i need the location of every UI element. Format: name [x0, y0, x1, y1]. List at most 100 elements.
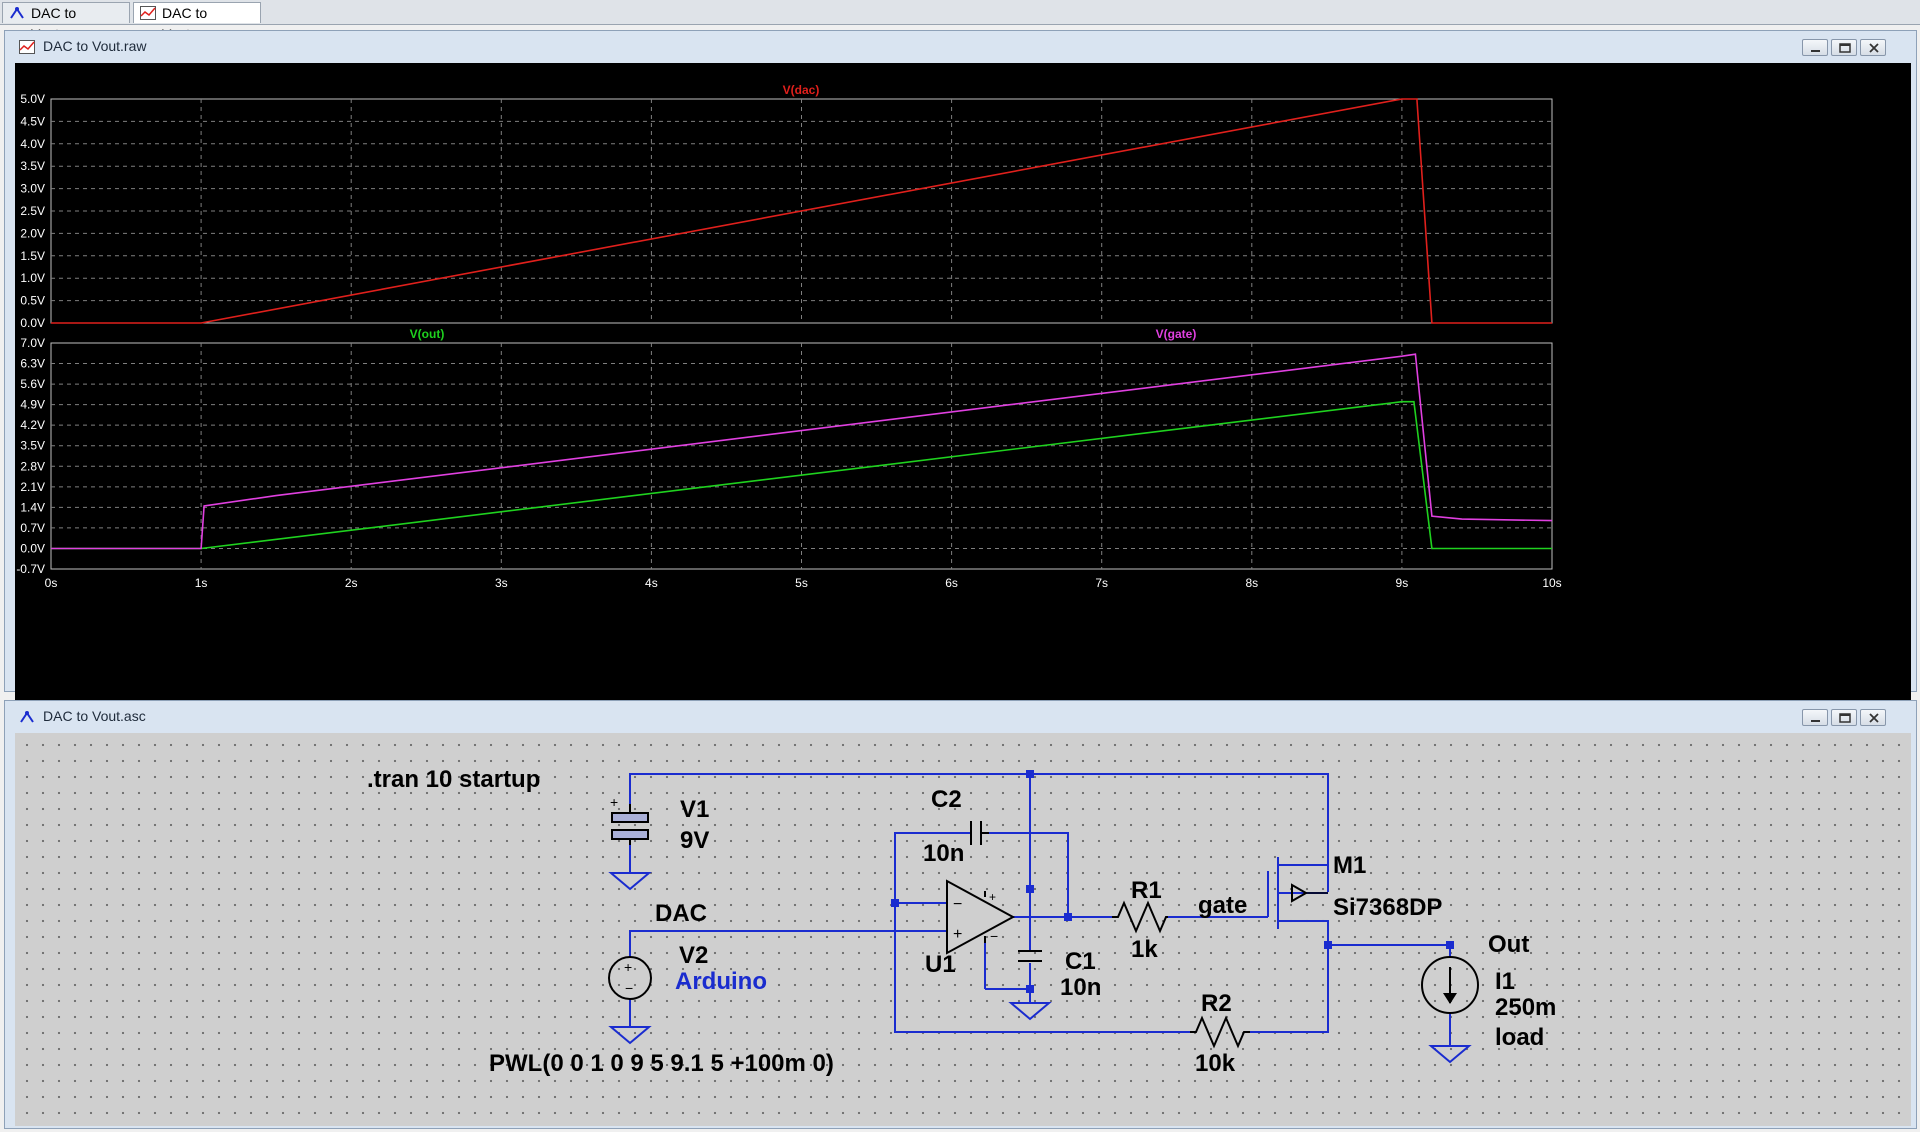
pane-1[interactable]: 0.0V 0.5V 1.0V 1.5V 2.0V 2.5V 3.0V 3.5V 4.0V 4.5V…: [20, 83, 1553, 330]
restore-icon: [1839, 713, 1851, 723]
restore-button[interactable]: [1831, 39, 1857, 56]
i1-current-source[interactable]: [1421, 956, 1479, 1014]
schematic-window-title: DAC to Vout.asc: [43, 708, 146, 724]
minimize-icon: [1811, 50, 1820, 52]
x-tick-label: 4s: [645, 576, 658, 590]
y-tick-label: 7.0V: [20, 336, 45, 350]
x-tick-label: 9s: [1396, 576, 1409, 590]
y-tick-label: 0.7V: [20, 521, 45, 535]
junction: [1026, 770, 1034, 778]
x-tick-label: 7s: [1095, 576, 1108, 590]
x-tick-label: 1s: [195, 576, 208, 590]
restore-icon: [1839, 43, 1851, 53]
x-tick-label: 0s: [45, 576, 58, 590]
close-button[interactable]: [1860, 39, 1886, 56]
schematic-window-titlebar[interactable]: DAC to Vout.asc: [5, 701, 1916, 733]
close-icon: [1869, 43, 1879, 53]
ground-icon: [608, 872, 652, 891]
wire-drain[interactable]: [1278, 864, 1329, 892]
wire-r2-right[interactable]: [1250, 945, 1329, 1033]
minimize-button[interactable]: [1802, 709, 1828, 726]
waveform-window-titlebar[interactable]: DAC to Vout.raw: [5, 31, 1916, 63]
r1-name: R1: [1131, 877, 1162, 904]
svg-text:+: +: [953, 926, 962, 943]
plot-area[interactable]: 0.0V 0.5V 1.0V 1.5V 2.0V 2.5V 3.0V 3.5V 4.0V 4.5V…: [15, 63, 1911, 720]
x-tick-label: 6s: [945, 576, 958, 590]
x-tick-label: 3s: [495, 576, 508, 590]
pwl-spec: PWL(0 0 1 0 9 5 9.1 5 +100m 0): [489, 1050, 834, 1077]
junction: [1446, 941, 1454, 949]
i1-value: 250m: [1495, 994, 1556, 1021]
trace-legend-label[interactable]: V(gate): [1156, 327, 1197, 341]
y-tick-label: 4.5V: [20, 114, 45, 128]
y-tick-label: 3.0V: [20, 182, 45, 196]
r2-value: 10k: [1195, 1050, 1236, 1077]
wire-top-rail[interactable]: [629, 773, 1329, 892]
y-tick-label: -0.7V: [16, 562, 45, 576]
ground-icon: [1008, 1002, 1052, 1021]
junction: [1026, 985, 1034, 993]
junction: [1026, 885, 1034, 893]
trace-legend-label[interactable]: V(dac): [783, 83, 820, 97]
trace-legend-label[interactable]: V(out): [410, 327, 445, 341]
schematic-icon: [20, 711, 34, 723]
tab-schematic[interactable]: DAC to Vout.asc: [2, 2, 130, 42]
c2-capacitor[interactable]: [970, 821, 989, 845]
svg-text:−: −: [625, 980, 633, 996]
schematic-canvas[interactable]: + + − − + + − .tran 10 startup V1 9V C2 …: [15, 733, 1911, 1126]
plus-sign: +: [610, 794, 618, 810]
r2-resistor[interactable]: [1190, 1015, 1250, 1049]
y-tick-label: 5.6V: [20, 377, 45, 391]
close-icon: [1869, 713, 1879, 723]
x-tick-label: 2s: [345, 576, 358, 590]
c1-capacitor[interactable]: [1018, 950, 1042, 962]
m1-value: Si7368DP: [1333, 894, 1442, 921]
pane-2[interactable]: -0.7V 0.0V 0.7V 1.4V 2.1V 2.8V 3.5V 4.2V 4.9V 5.6…: [16, 327, 1561, 590]
v1-name: V1: [680, 796, 709, 823]
y-tick-label: 3.5V: [20, 439, 45, 453]
v1-value: 9V: [680, 827, 709, 854]
y-tick-label: 0.5V: [20, 294, 45, 308]
svg-text:−: −: [990, 928, 998, 944]
schematic-drawing[interactable]: + + − − + + − .tran 10 startup V1 9V C2 …: [15, 733, 1911, 1126]
waveform-plots[interactable]: 0.0V 0.5V 1.0V 1.5V 2.0V 2.5V 3.0V 3.5V 4.0V 4.5V…: [15, 63, 1911, 720]
y-tick-label: 2.8V: [20, 459, 45, 473]
y-tick-label: 1.0V: [20, 271, 45, 285]
c2-value: 10n: [923, 840, 964, 867]
out-net-label: Out: [1488, 931, 1529, 958]
minimize-button[interactable]: [1802, 39, 1828, 56]
opamp-u1[interactable]: − + + −: [946, 879, 1016, 955]
gate-net-label: gate: [1198, 892, 1247, 919]
ground-icon: [1428, 1045, 1472, 1064]
restore-button[interactable]: [1831, 709, 1857, 726]
waveform-window: DAC to Vout.raw 0.0V 0.5V 1.0V 1.5V 2.0V 2.5V…: [4, 30, 1917, 720]
y-tick-label: 4.9V: [20, 398, 45, 412]
y-tick-label: 1.5V: [20, 249, 45, 263]
x-tick-label: 8s: [1245, 576, 1258, 590]
minimize-icon: [1811, 720, 1820, 722]
junction: [1064, 913, 1072, 921]
y-tick-label: 2.0V: [20, 226, 45, 240]
r1-value: 1k: [1131, 936, 1158, 963]
close-button[interactable]: [1860, 709, 1886, 726]
y-tick-label: 2.1V: [20, 480, 45, 494]
waveform-icon: [19, 40, 35, 54]
y-tick-label: 4.2V: [20, 418, 45, 432]
junction: [891, 899, 899, 907]
wires: [629, 773, 1451, 1046]
r1-resistor[interactable]: [1112, 900, 1168, 934]
c1-name: C1: [1065, 948, 1096, 975]
c2-name: C2: [931, 786, 962, 813]
v2-value: Arduino: [675, 968, 767, 995]
r2-name: R2: [1201, 990, 1232, 1017]
wire-source[interactable]: [1278, 920, 1329, 945]
x-tick-label: 10s: [1542, 576, 1561, 590]
svg-text:+: +: [624, 959, 632, 975]
x-tick-label: 5s: [795, 576, 808, 590]
junctions: [891, 770, 1454, 993]
wire-dac[interactable]: [629, 930, 947, 957]
v2-source[interactable]: + −: [608, 956, 652, 1000]
tab-waveform[interactable]: DAC to Vout.raw: [133, 2, 261, 42]
wire-c2-right[interactable]: [989, 832, 1069, 917]
tran-directive[interactable]: .tran 10 startup: [367, 766, 540, 793]
